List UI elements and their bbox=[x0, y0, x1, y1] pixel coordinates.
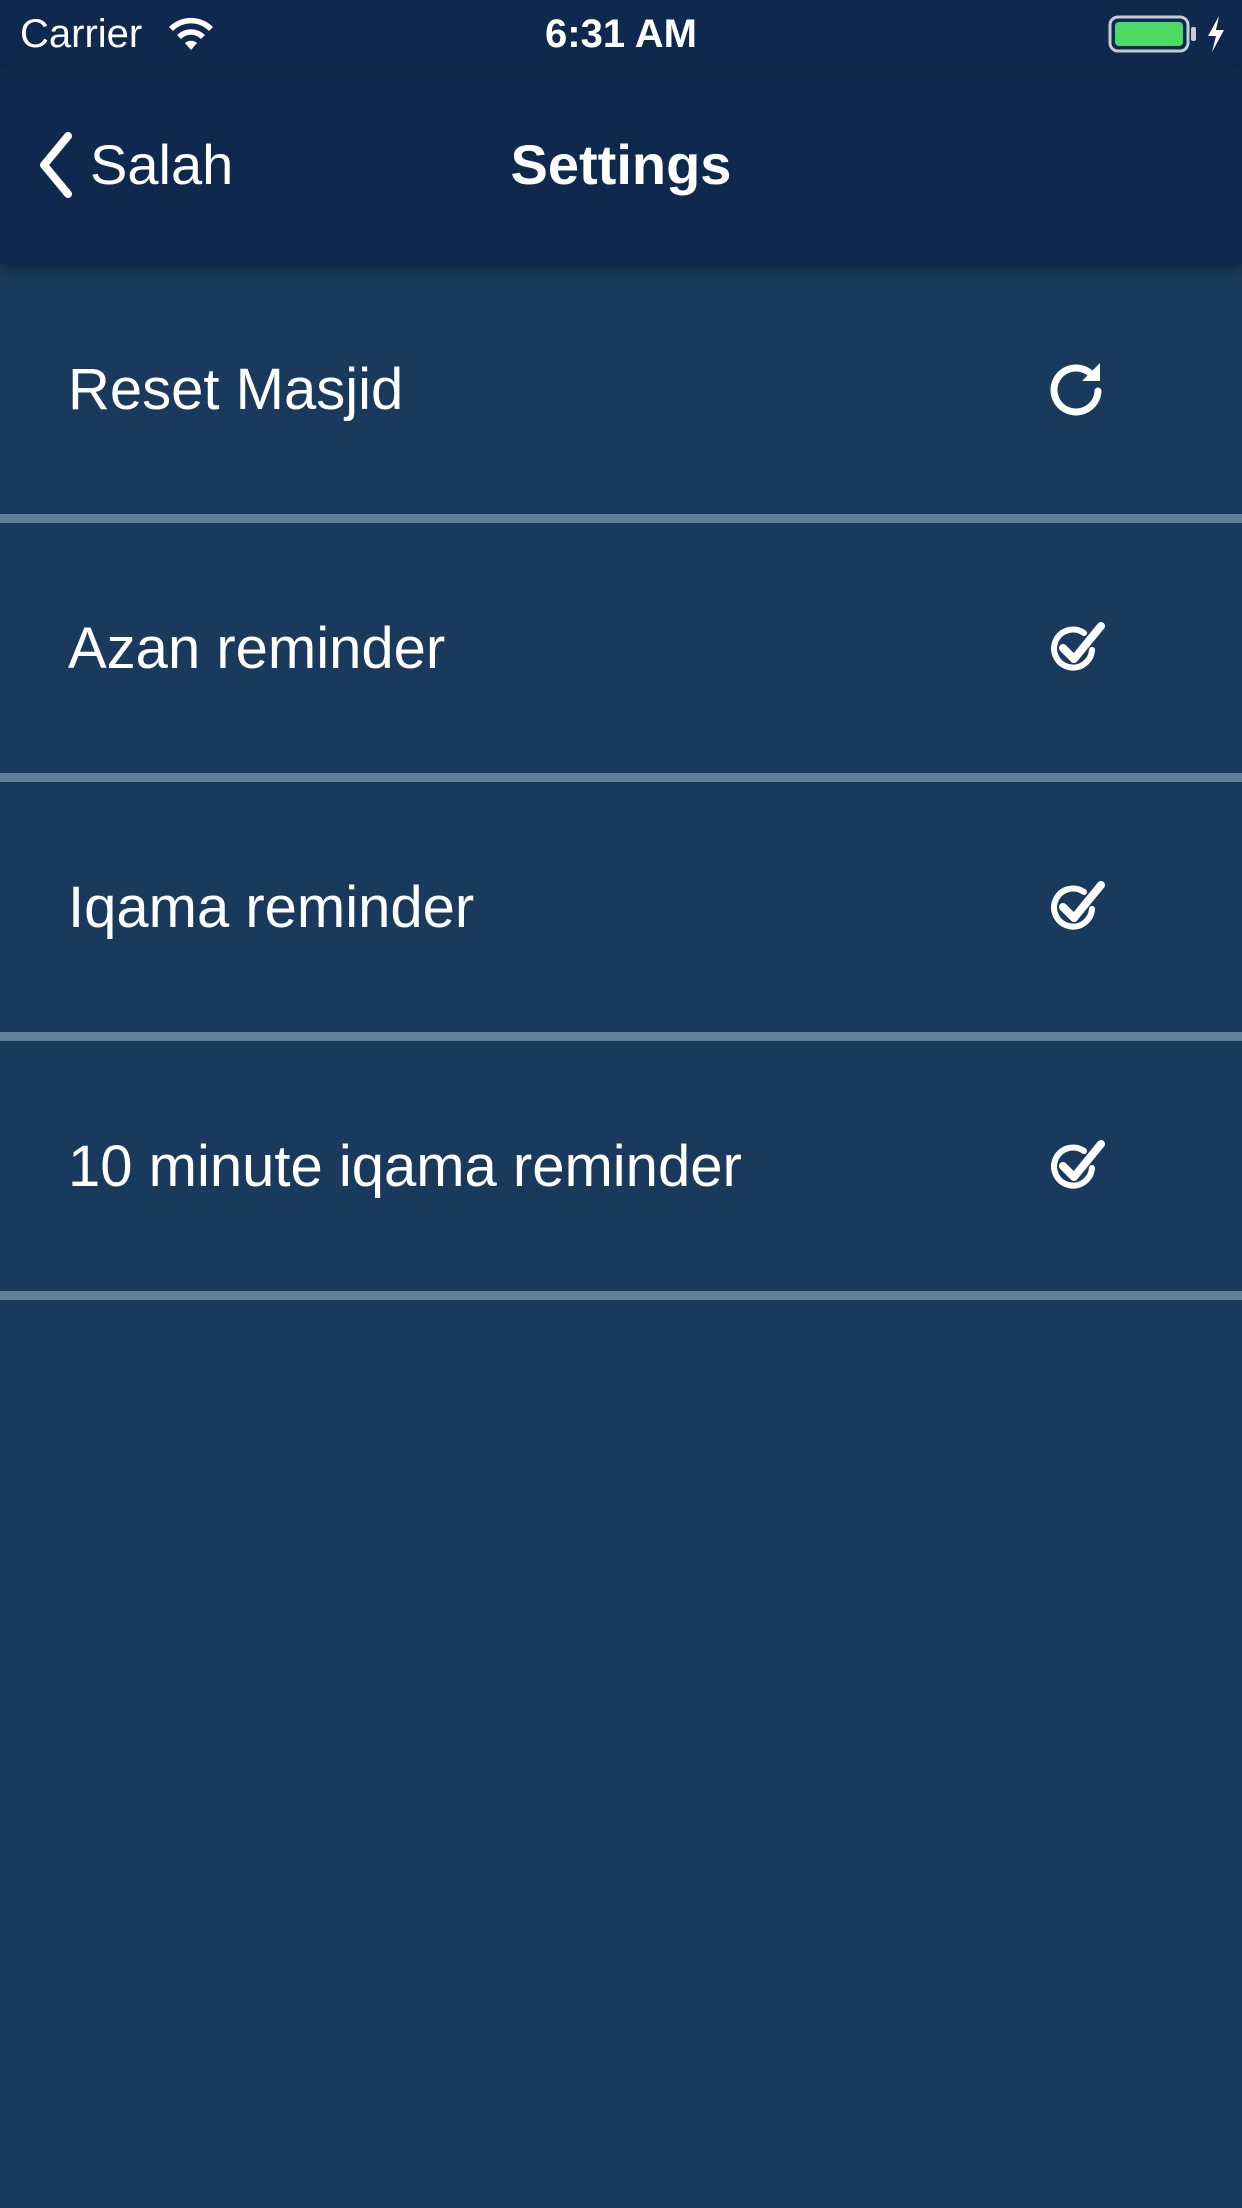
settings-row-azan-reminder[interactable]: Azan reminder bbox=[0, 523, 1242, 782]
settings-row-label: 10 minute iqama reminder bbox=[68, 1133, 742, 1199]
page-title: Settings bbox=[0, 130, 1242, 200]
settings-row-iqama-reminder[interactable]: Iqama reminder bbox=[0, 782, 1242, 1041]
page-title-text: Settings bbox=[510, 133, 732, 196]
settings-row-label: Iqama reminder bbox=[68, 874, 475, 940]
check-circle-icon[interactable] bbox=[1046, 1136, 1106, 1196]
settings-row-label: Azan reminder bbox=[68, 615, 446, 681]
navigation-bar: Salah Settings bbox=[0, 66, 1242, 264]
check-circle-icon[interactable] bbox=[1046, 618, 1106, 678]
battery-icon bbox=[1108, 15, 1196, 53]
check-circle-icon[interactable] bbox=[1046, 877, 1106, 937]
settings-row-reset-masjid[interactable]: Reset Masjid bbox=[0, 264, 1242, 523]
charging-bolt-icon bbox=[1208, 16, 1224, 52]
status-bar: Carrier 6:31 AM bbox=[0, 0, 1242, 66]
status-time: 6:31 AM bbox=[545, 12, 697, 56]
refresh-icon[interactable] bbox=[1046, 359, 1106, 419]
settings-row-10-minute-iqama-reminder[interactable]: 10 minute iqama reminder bbox=[0, 1041, 1242, 1300]
settings-list: Reset Masjid Azan reminder Iqama reminde… bbox=[0, 264, 1242, 1300]
settings-row-label: Reset Masjid bbox=[68, 356, 404, 422]
